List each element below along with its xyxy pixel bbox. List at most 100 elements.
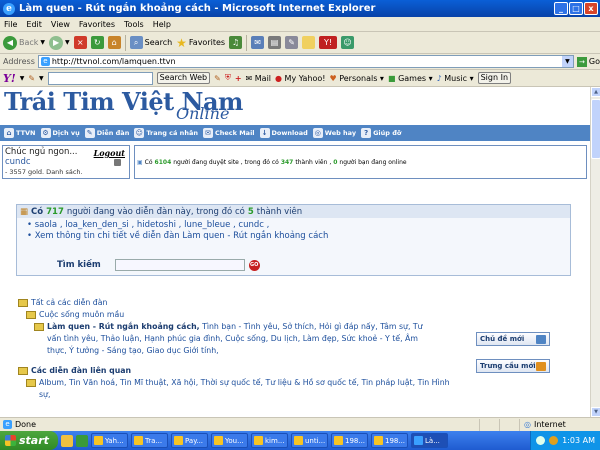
nav-personal-page[interactable]: ☺ Trang cá nhân: [134, 128, 198, 138]
taskbar-item-active[interactable]: Là...: [411, 433, 448, 448]
menu-help[interactable]: Help: [153, 20, 171, 29]
scroll-thumb[interactable]: [591, 99, 600, 159]
yahoo-search-input[interactable]: [47, 71, 153, 85]
online-icon: ▣: [137, 158, 143, 166]
go-button[interactable]: → Go: [576, 56, 600, 67]
maximize-button[interactable]: □: [569, 2, 583, 15]
vertical-scrollbar[interactable]: ▲ ▼: [590, 87, 600, 417]
taskbar-item[interactable]: Tra...: [131, 433, 168, 448]
nav-label: Giúp đỡ: [373, 129, 402, 137]
pencil-icon[interactable]: ✎: [28, 74, 35, 83]
menu-view[interactable]: View: [51, 20, 70, 29]
nav-services[interactable]: ⚙ Dịch vụ: [40, 128, 80, 138]
scroll-down-icon[interactable]: ▼: [591, 407, 600, 417]
yahoo-logo[interactable]: Y!: [3, 72, 16, 85]
address-input[interactable]: e http://ttvnol.com/lamquen.ttvn ▼: [37, 55, 574, 68]
nav-label: Trang cá nhân: [146, 129, 198, 137]
print-icon[interactable]: ▤: [268, 36, 282, 49]
taskbar-item[interactable]: kim...: [251, 433, 288, 448]
mail-icon[interactable]: ✉: [251, 36, 265, 49]
tree-all-forums[interactable]: Tất cả các diễn đàn: [18, 297, 468, 309]
folder-icon[interactable]: [302, 36, 316, 49]
help-icon: ?: [361, 128, 372, 138]
taskbar-item[interactable]: 198...: [331, 433, 368, 448]
taskbar-item[interactable]: 198...: [371, 433, 408, 448]
forum-head-prefix: Có: [31, 206, 44, 217]
music-button[interactable]: ♪ Music ▾: [437, 74, 474, 83]
sign-in-button[interactable]: Sign In: [477, 72, 512, 84]
forum-details-link[interactable]: • Xem thông tin chi tiết về diễn đàn Làm…: [27, 231, 570, 242]
yahoo-messenger-icon[interactable]: Y!: [319, 36, 338, 49]
nav-ttvn[interactable]: ⌂ TTVN: [4, 128, 36, 138]
address-url: http://ttvnol.com/lamquen.ttvn: [51, 57, 176, 66]
forward-button[interactable]: ▶ ▼: [49, 35, 70, 50]
nav-download[interactable]: ↓ Download: [259, 128, 308, 138]
nav-check-mail[interactable]: ✉ Check Mail: [202, 128, 255, 138]
tree-life[interactable]: Cuộc sống muôn mầu: [18, 309, 468, 321]
music-label: Music: [444, 73, 468, 83]
plus-icon[interactable]: +: [235, 74, 242, 83]
logout-link[interactable]: Logout: [94, 148, 125, 166]
forum-details: Xem thông tin chi tiết về diễn đàn Làm q…: [34, 231, 329, 241]
search-web-button[interactable]: Search Web: [156, 72, 211, 84]
username-link[interactable]: cundc: [5, 157, 127, 167]
nav-web-hay[interactable]: ◎ Web hay: [312, 128, 356, 138]
stop-icon[interactable]: ×: [73, 36, 87, 49]
new-poll-button[interactable]: Trưng cầu mới: [476, 359, 550, 373]
my-yahoo-label: My Yahoo!: [284, 73, 326, 83]
online-users-list[interactable]: • saola , loa_ken_den_si , hidetoshi , l…: [27, 220, 570, 231]
taskbar-item[interactable]: You...: [211, 433, 248, 448]
personals-button[interactable]: ♥ Personals ▾: [329, 74, 383, 83]
task-label: Là...: [425, 436, 440, 445]
tray-icon[interactable]: [549, 436, 559, 445]
nav-help[interactable]: ? Giúp đỡ: [361, 128, 401, 138]
highlight-icon[interactable]: ✎: [214, 74, 221, 83]
start-button[interactable]: start: [0, 431, 58, 450]
home-icon[interactable]: ⌂: [107, 36, 121, 49]
msn-messenger-icon[interactable]: ☺: [341, 36, 355, 49]
shield-icon[interactable]: ⛨: [225, 73, 231, 83]
forum-search-input[interactable]: [114, 259, 245, 271]
tree-related-subforums[interactable]: Album, Tin Văn hoá, Tin Mĩ thuật, Xã hội…: [39, 377, 459, 401]
menu-edit[interactable]: Edit: [26, 20, 42, 29]
nav-label: Check Mail: [214, 129, 255, 137]
forum-links: • saola , loa_ken_den_si , hidetoshi , l…: [17, 218, 570, 242]
quick-launch-icon[interactable]: [61, 434, 73, 447]
search-go-button[interactable]: GO: [248, 259, 260, 271]
games-button[interactable]: ■ Games ▾: [388, 74, 433, 83]
nav-forums[interactable]: ✎ Diễn đàn: [84, 128, 129, 138]
minimize-button[interactable]: _: [554, 2, 568, 15]
go-arrow-icon: →: [576, 56, 587, 67]
gold-balance[interactable]: - 3557 gold. Danh sách.: [5, 168, 127, 176]
quick-launch-icon[interactable]: [76, 434, 88, 447]
back-button[interactable]: ◀ Back ▼: [3, 35, 45, 50]
favorites-button[interactable]: ★ Favorites: [176, 36, 225, 50]
forum-info-box: ▦ Có 717 người đang vào diễn đàn này, tr…: [16, 204, 571, 276]
menu-tools[interactable]: Tools: [124, 20, 144, 29]
address-dropdown-icon[interactable]: ▼: [561, 56, 573, 67]
menu-file[interactable]: File: [4, 20, 17, 29]
tree-current-label[interactable]: Làm quen - Rút ngắn khoảng cách,: [47, 322, 200, 331]
menu-favorites[interactable]: Favorites: [79, 20, 115, 29]
refresh-icon[interactable]: ↻: [90, 36, 104, 49]
my-yahoo-button[interactable]: ● My Yahoo!: [275, 74, 325, 83]
edit-icon[interactable]: ✎: [285, 36, 299, 49]
taskbar-item[interactable]: unti...: [291, 433, 328, 448]
search-button[interactable]: ⌕ Search: [129, 36, 172, 49]
tree-related[interactable]: Các diễn đàn liên quan: [18, 365, 468, 377]
search-icon: ⌕: [129, 36, 143, 49]
scroll-up-icon[interactable]: ▲: [591, 87, 600, 97]
taskbar-item[interactable]: Yah...: [91, 433, 128, 448]
media-icon[interactable]: ♫: [229, 36, 243, 49]
close-button[interactable]: x: [584, 2, 598, 15]
online-prefix: Có: [144, 158, 153, 166]
yahoo-mail-button[interactable]: ✉ Mail: [246, 74, 272, 83]
site-logo[interactable]: Trái Tim Việt Nam Online: [4, 87, 304, 125]
online-users: saola , loa_ken_den_si , hidetoshi , lun…: [34, 220, 270, 230]
tree-related-label: Các diễn đàn liên quan: [31, 366, 132, 375]
window-title: Làm quen - Rút ngắn khoảng cách - Micros…: [19, 3, 376, 14]
back-label: Back: [19, 38, 39, 47]
tray-icon[interactable]: [536, 436, 546, 445]
new-topic-button[interactable]: Chủ đề mới: [476, 332, 550, 346]
taskbar-item[interactable]: Pay...: [171, 433, 208, 448]
